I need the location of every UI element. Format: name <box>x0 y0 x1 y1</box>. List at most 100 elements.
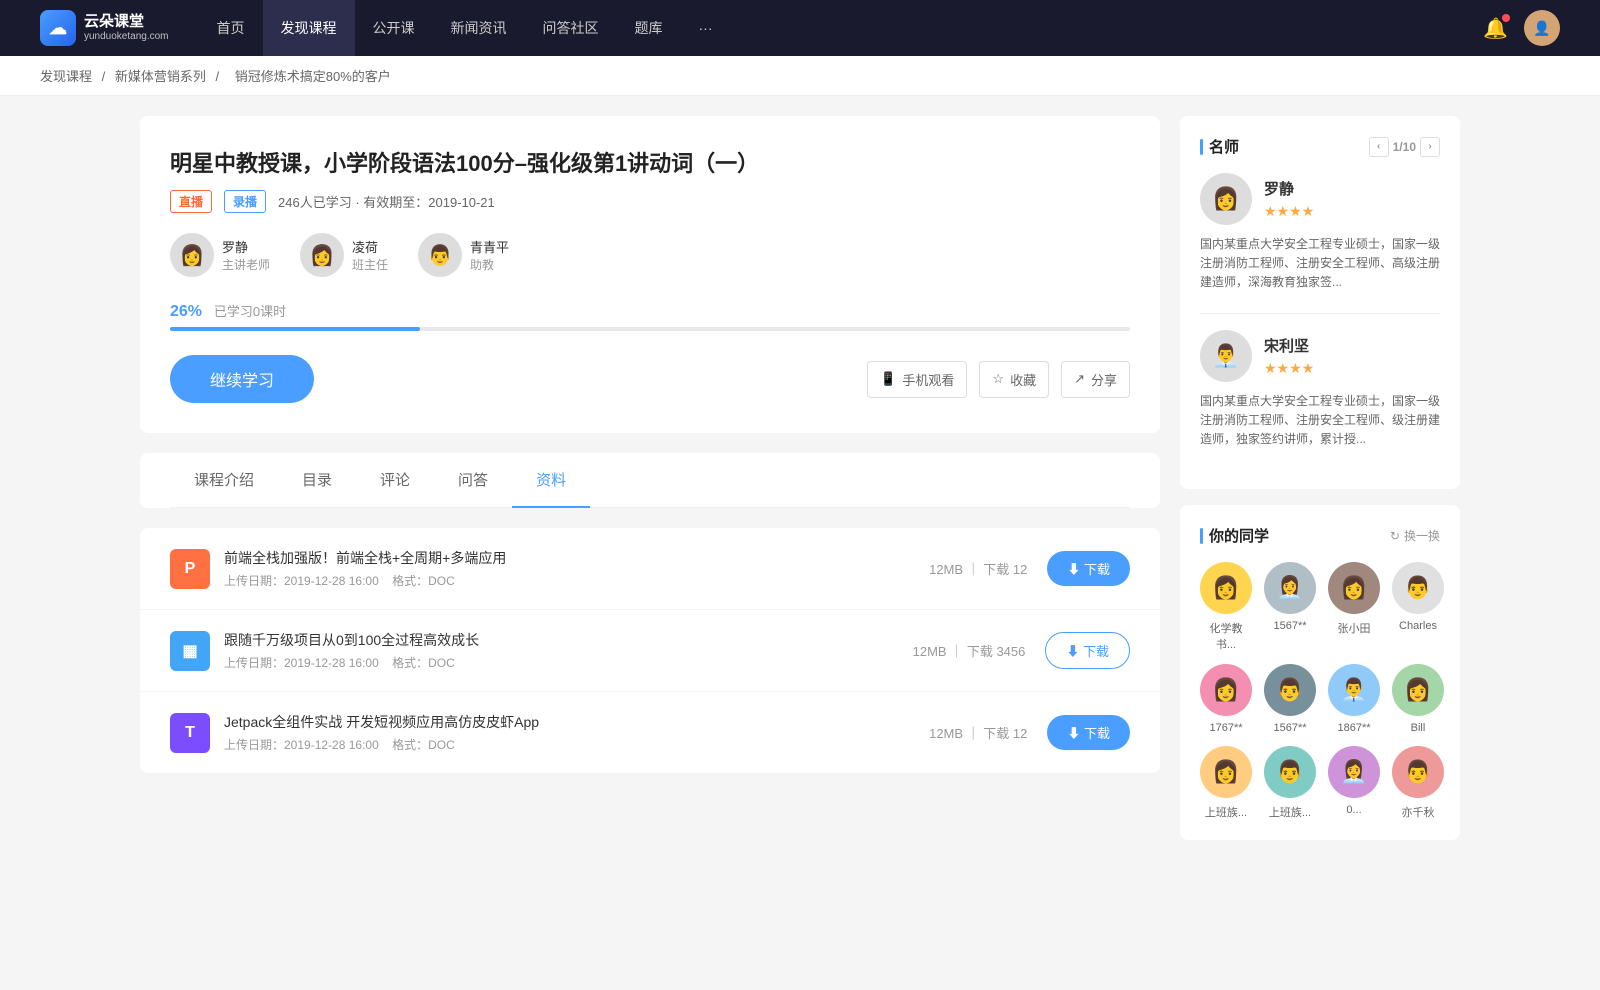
course-stats: 246人已学习 · 有效期至：2019-10-21 <box>278 192 495 211</box>
upload-date-2: 上传日期：2019-12-28 16:00 <box>224 738 379 752</box>
teachers-card: 名师 ‹ 1/10 › 👩 罗静 ★★★★ 国内某重点大学安 <box>1180 116 1460 489</box>
classmate-4: 👩 1767** <box>1200 664 1252 734</box>
breadcrumb-link-discover[interactable]: 发现课程 <box>40 69 92 84</box>
download-button-0[interactable]: ⬇ 下载 <box>1047 551 1130 586</box>
right-teacher-0: 👩 罗静 ★★★★ 国内某重点大学安全工程专业硕士，国家一级注册消防工程师、注册… <box>1200 173 1440 293</box>
logo[interactable]: ☁ 云朵课堂 yunduoketang.com <box>40 10 169 46</box>
teacher-1: 👩 凌荷 班主任 <box>300 233 388 277</box>
nav-home[interactable]: 首页 <box>199 0 263 56</box>
classmate-avatar-8: 👩 <box>1200 746 1252 798</box>
nav-right: 🔔 👤 <box>1483 10 1560 46</box>
classmate-avatar-1: 👩‍💼 <box>1264 562 1316 614</box>
mobile-watch-button[interactable]: 📱 手机观看 <box>867 361 967 398</box>
classmate-9: 👨 上班族... <box>1264 746 1316 820</box>
nav-qa[interactable]: 问答社区 <box>525 0 617 56</box>
continue-button[interactable]: 继续学习 <box>170 355 314 403</box>
upload-date-1: 上传日期：2019-12-28 16:00 <box>224 656 379 670</box>
nav-discover[interactable]: 发现课程 <box>263 0 355 56</box>
format-1: 格式：DOC <box>392 656 455 670</box>
right-teacher-header-1: 👨‍💼 宋利坚 ★★★★ <box>1200 330 1440 382</box>
right-teacher-desc-1: 国内某重点大学安全工程专业硕士，国家一级注册消防工程师、注册安全工程师、级注册建… <box>1200 392 1440 450</box>
classmate-avatar-6: 👨‍💼 <box>1328 664 1380 716</box>
classmates-title-text: 你的同学 <box>1209 525 1269 546</box>
classmate-6: 👨‍💼 1867** <box>1328 664 1380 734</box>
teacher-role-1: 班主任 <box>352 256 388 273</box>
breadcrumb-sep2: / <box>216 69 223 84</box>
resource-list: P 前端全栈加强版！前端全栈+全周期+多端应用 上传日期：2019-12-28 … <box>140 528 1160 773</box>
classmate-name-7: Bill <box>1411 722 1426 734</box>
download-button-1[interactable]: ⬇ 下载 <box>1045 632 1130 669</box>
breadcrumb-link-series[interactable]: 新媒体营销系列 <box>115 69 206 84</box>
classmate-name-6: 1867** <box>1337 722 1370 734</box>
classmate-name-10: 0... <box>1346 804 1361 816</box>
right-teacher-detail-0: 罗静 ★★★★ <box>1264 178 1314 220</box>
tab-intro[interactable]: 课程介绍 <box>170 453 278 508</box>
nav-page: 1/10 <box>1393 140 1416 154</box>
classmate-name-5: 1567** <box>1273 722 1306 734</box>
tab-resource[interactable]: 资料 <box>512 453 590 508</box>
user-avatar[interactable]: 👤 <box>1524 10 1560 46</box>
right-teacher-detail-1: 宋利坚 ★★★★ <box>1264 335 1314 377</box>
breadcrumb-current: 销冠修炼术搞定80%的客户 <box>235 69 391 84</box>
main-container: 明星中教授课，小学阶段语法100分–强化级第1讲动词（一） 直播 录播 246人… <box>100 96 1500 876</box>
collect-label: 收藏 <box>1010 370 1036 389</box>
resource-stats-1: 12MB ｜ 下载 3456 <box>913 641 1026 660</box>
resource-title-1: 跟随千万级项目从0到100全过程高效成长 <box>224 630 913 650</box>
logo-text: 云朵课堂 yunduoketang.com <box>84 13 169 43</box>
nav-quiz[interactable]: 题库 <box>617 0 681 56</box>
teacher-0: 👩 罗静 主讲老师 <box>170 233 270 277</box>
navbar: ☁ 云朵课堂 yunduoketang.com 首页 发现课程 公开课 新闻资讯… <box>0 0 1600 56</box>
teacher-info-2: 青青平 助教 <box>470 237 509 273</box>
teacher-avatar-2: 👨 <box>418 233 462 277</box>
classmate-avatar-0: 👩 <box>1200 562 1252 614</box>
resource-title-2: Jetpack全组件实战 开发短视频应用高仿皮皮虾App <box>224 712 929 732</box>
classmate-8: 👩 上班族... <box>1200 746 1252 820</box>
right-teacher-stars-0: ★★★★ <box>1264 203 1314 220</box>
share-button[interactable]: ↗ 分享 <box>1061 361 1130 398</box>
classmate-0: 👩 化学教书... <box>1200 562 1252 652</box>
right-teacher-stars-1: ★★★★ <box>1264 360 1314 377</box>
right-panel: 名师 ‹ 1/10 › 👩 罗静 ★★★★ 国内某重点大学安 <box>1180 116 1460 856</box>
resource-meta-2: 上传日期：2019-12-28 16:00 格式：DOC <box>224 736 929 753</box>
tab-catalog[interactable]: 目录 <box>278 453 356 508</box>
next-page-button[interactable]: › <box>1420 137 1440 157</box>
classmate-name-3: Charles <box>1399 620 1437 632</box>
classmate-1: 👩‍💼 1567** <box>1264 562 1316 652</box>
badge-record: 录播 <box>224 190 266 213</box>
classmate-name-0: 化学教书... <box>1200 620 1252 652</box>
prev-page-button[interactable]: ‹ <box>1369 137 1389 157</box>
collect-button[interactable]: ☆ 收藏 <box>979 361 1049 398</box>
share-icon: ↗ <box>1074 371 1085 387</box>
tabs-card: 课程介绍 目录 评论 问答 资料 <box>140 453 1160 508</box>
nav-open[interactable]: 公开课 <box>355 0 433 56</box>
resource-item-2: T Jetpack全组件实战 开发短视频应用高仿皮皮虾App 上传日期：2019… <box>140 692 1160 773</box>
download-button-2[interactable]: ⬇ 下载 <box>1047 715 1130 750</box>
teacher-role-0: 主讲老师 <box>222 256 270 273</box>
nav-more[interactable]: ··· <box>681 0 731 56</box>
classmate-name-11: 亦千秋 <box>1402 804 1435 820</box>
tab-comment[interactable]: 评论 <box>356 453 434 508</box>
classmate-avatar-7: 👩 <box>1392 664 1444 716</box>
course-card: 明星中教授课，小学阶段语法100分–强化级第1讲动词（一） 直播 录播 246人… <box>140 116 1160 433</box>
logo-icon: ☁ <box>40 10 76 46</box>
classmate-avatar-5: 👨 <box>1264 664 1316 716</box>
teacher-avatar-0: 👩 <box>170 233 214 277</box>
nav-news[interactable]: 新闻资讯 <box>433 0 525 56</box>
classmate-10: 👩‍💼 0... <box>1328 746 1380 820</box>
right-teacher-desc-0: 国内某重点大学安全工程专业硕士，国家一级注册消防工程师、注册安全工程师、高级注册… <box>1200 235 1440 293</box>
resource-stats-2: 12MB ｜ 下载 12 <box>929 723 1027 742</box>
resource-stats-0: 12MB ｜ 下载 12 <box>929 559 1027 578</box>
notification-bell[interactable]: 🔔 <box>1483 16 1508 41</box>
nav-items: 首页 发现课程 公开课 新闻资讯 问答社区 题库 ··· <box>199 0 1484 56</box>
tab-qa[interactable]: 问答 <box>434 453 512 508</box>
refresh-button[interactable]: ↻ 换一换 <box>1390 527 1440 544</box>
teacher-name-0: 罗静 <box>222 237 270 256</box>
format-0: 格式：DOC <box>392 574 455 588</box>
teacher-divider <box>1200 313 1440 314</box>
teacher-name-1: 凌荷 <box>352 237 388 256</box>
classmate-11: 👨 亦千秋 <box>1392 746 1444 820</box>
refresh-icon: ↻ <box>1390 529 1400 543</box>
progress-sub: 已学习0课时 <box>214 304 286 319</box>
classmate-name-8: 上班族... <box>1205 804 1247 820</box>
progress-bar-fill <box>170 327 420 331</box>
